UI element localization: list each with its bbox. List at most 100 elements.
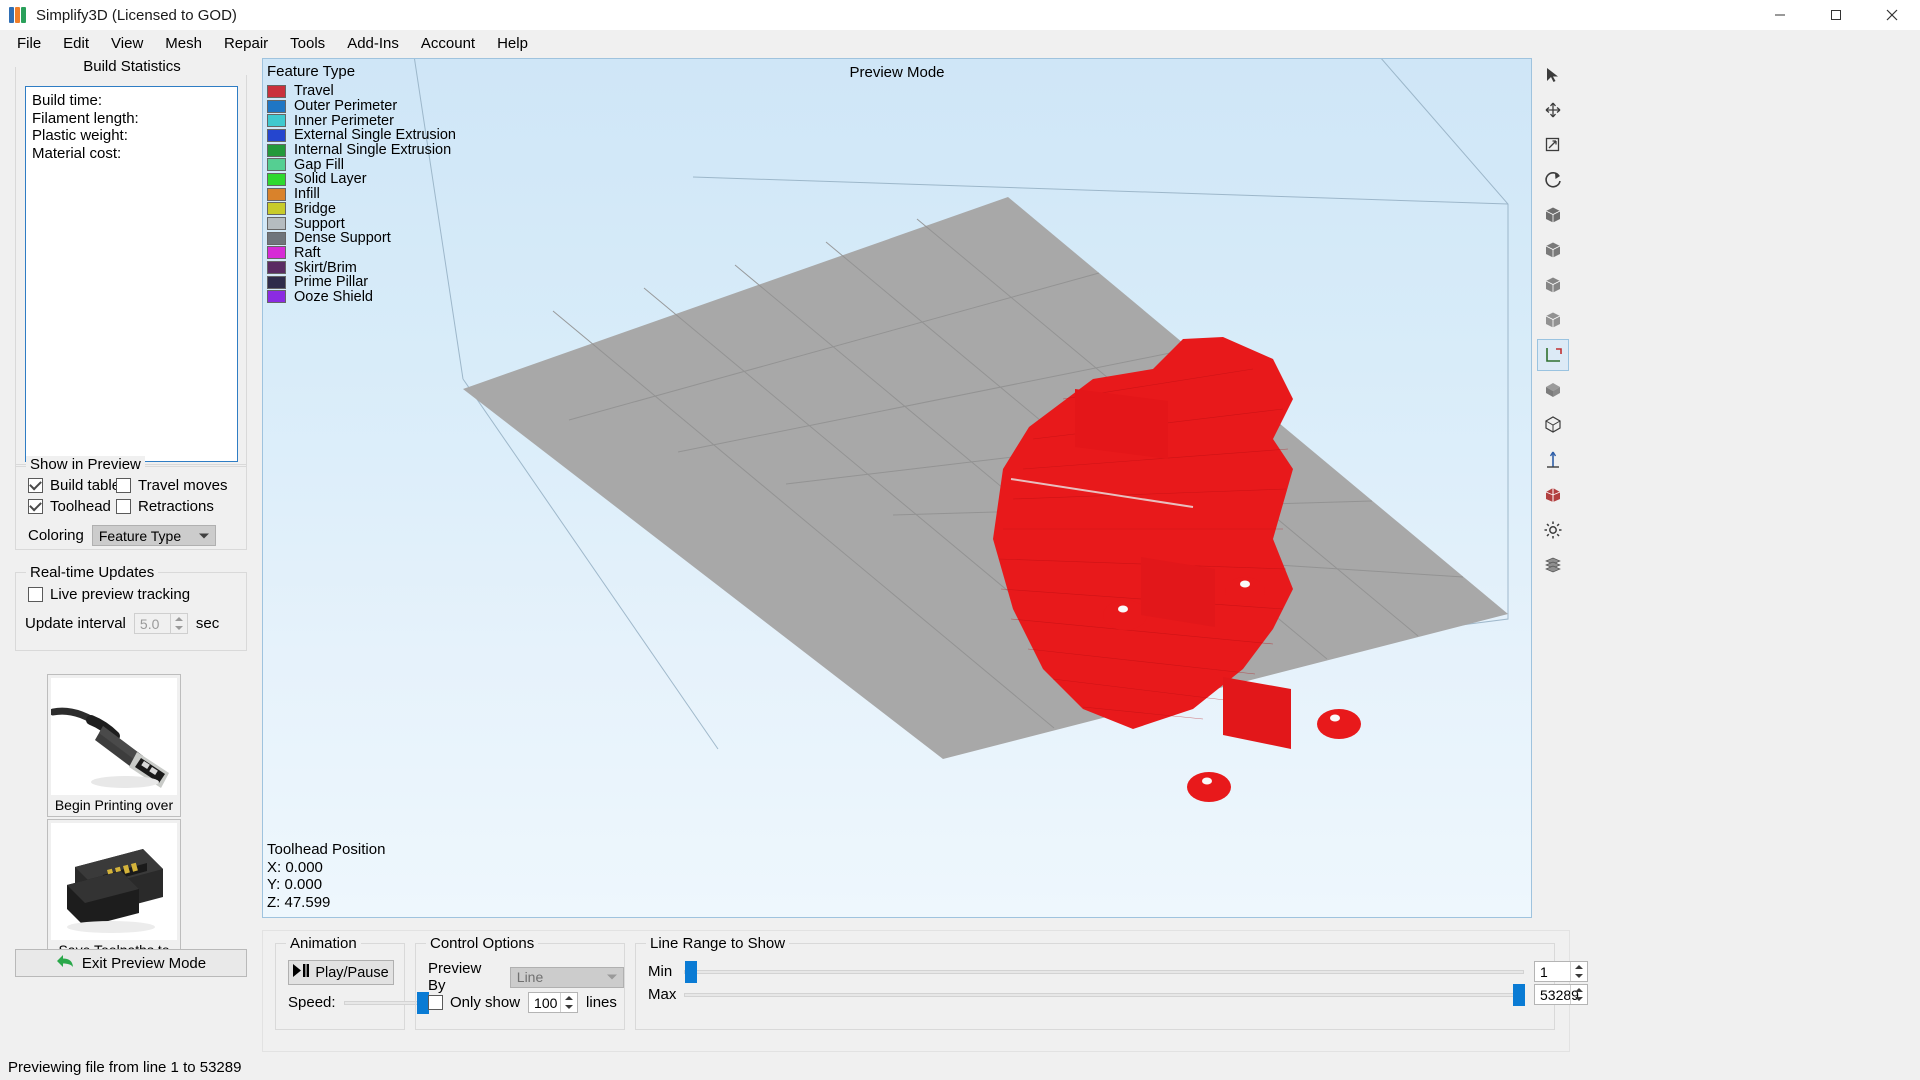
menu-account[interactable]: Account	[410, 32, 486, 55]
menu-add-ins[interactable]: Add-Ins	[336, 32, 410, 55]
cursor-select-icon[interactable]	[1537, 59, 1569, 91]
legend-swatch-skirt-brim	[267, 261, 286, 274]
maximize-button[interactable]	[1808, 0, 1864, 30]
stepper-up-icon[interactable]	[171, 614, 187, 624]
menu-bar: File Edit View Mesh Repair Tools Add-Ins…	[0, 30, 1920, 56]
build-table-checkbox-box[interactable]	[28, 478, 43, 493]
only-show-stepper[interactable]	[560, 993, 577, 1012]
max-stepper[interactable]	[1570, 985, 1587, 1004]
layers-icon[interactable]	[1537, 549, 1569, 581]
preview-by-select[interactable]: Line	[510, 967, 624, 988]
view-iso-icon[interactable]	[1537, 339, 1569, 371]
legend-item-support[interactable]: Support	[267, 216, 447, 231]
legend-item-solid-layer[interactable]: Solid Layer	[267, 172, 447, 187]
legend-item-ooze-shield[interactable]: Ooze Shield	[267, 290, 447, 305]
cut-model-icon[interactable]	[1537, 479, 1569, 511]
show-in-preview-title: Show in Preview	[26, 456, 145, 473]
close-button[interactable]	[1864, 0, 1920, 30]
live-preview-checkbox-box[interactable]	[28, 587, 43, 602]
stepper-down-icon[interactable]	[1571, 972, 1587, 982]
menu-file[interactable]: File	[6, 32, 52, 55]
view-top-icon[interactable]	[1537, 374, 1569, 406]
legend-item-skirt-brim[interactable]: Skirt/Brim	[267, 260, 447, 275]
min-stepper[interactable]	[1570, 962, 1587, 981]
checkbox-build-table[interactable]: Build table	[28, 477, 120, 494]
only-show-label: Only show	[450, 994, 520, 1011]
view-front-icon[interactable]	[1537, 199, 1569, 231]
legend-label-travel: Travel	[294, 83, 334, 99]
legend-swatch-bridge	[267, 202, 286, 215]
stepper-down-icon[interactable]	[171, 624, 187, 634]
legend-item-gap-fill[interactable]: Gap Fill	[267, 157, 447, 172]
coloring-select[interactable]: Feature Type	[92, 525, 216, 546]
preview-by-label: Preview By	[428, 960, 502, 994]
filament-length-line: Filament length:	[32, 110, 231, 128]
legend-item-dense-support[interactable]: Dense Support	[267, 231, 447, 246]
checkbox-toolhead[interactable]: Toolhead	[28, 498, 111, 515]
move-icon[interactable]	[1537, 94, 1569, 126]
legend-item-bridge[interactable]: Bridge	[267, 202, 447, 217]
legend-item-internal-single-extrusion[interactable]: Internal Single Extrusion	[267, 143, 447, 158]
menu-edit[interactable]: Edit	[52, 32, 100, 55]
only-show-checkbox-box[interactable]	[428, 995, 443, 1010]
min-slider-thumb[interactable]	[685, 961, 697, 983]
view-left-icon[interactable]	[1537, 269, 1569, 301]
3d-preview-viewport[interactable]: Preview Mode	[262, 58, 1532, 918]
max-label: Max	[648, 986, 684, 1003]
rotate-icon[interactable]	[1537, 164, 1569, 196]
checkbox-travel-moves[interactable]: Travel moves	[116, 477, 227, 494]
retractions-checkbox-box[interactable]	[116, 499, 131, 514]
legend-item-external-single-extrusion[interactable]: External Single Extrusion	[267, 128, 447, 143]
exit-preview-mode-button[interactable]: Exit Preview Mode	[15, 949, 247, 977]
window-controls	[1752, 0, 1920, 30]
legend-label-raft: Raft	[294, 245, 321, 261]
legend-label-ooze-shield: Ooze Shield	[294, 289, 373, 305]
3d-scene	[263, 59, 1531, 917]
menu-repair[interactable]: Repair	[213, 32, 279, 55]
view-back-icon[interactable]	[1537, 234, 1569, 266]
checkbox-live-preview-tracking[interactable]: Live preview tracking	[28, 586, 190, 603]
right-toolbar	[1536, 58, 1570, 918]
legend-item-outer-perimeter[interactable]: Outer Perimeter	[267, 99, 447, 114]
stepper-down-icon[interactable]	[561, 1003, 577, 1013]
begin-printing-over-usb-button[interactable]: Begin Printing over USB	[47, 674, 181, 817]
toolhead-checkbox-box[interactable]	[28, 499, 43, 514]
min-value-spinner[interactable]: 1	[1534, 961, 1588, 982]
legend-item-infill[interactable]: Infill	[267, 187, 447, 202]
back-arrow-icon	[56, 954, 74, 972]
menu-view[interactable]: View	[100, 32, 154, 55]
legend-item-raft[interactable]: Raft	[267, 246, 447, 261]
scale-icon[interactable]	[1537, 129, 1569, 161]
minimize-button[interactable]	[1752, 0, 1808, 30]
legend-item-inner-perimeter[interactable]: Inner Perimeter	[267, 113, 447, 128]
coloring-label: Coloring	[28, 527, 84, 544]
max-value-spinner[interactable]: 53289	[1534, 984, 1588, 1005]
stepper-down-icon[interactable]	[1571, 995, 1587, 1005]
update-interval-spinner[interactable]: 5.0	[134, 613, 188, 634]
only-show-spinner[interactable]: 100	[528, 992, 578, 1013]
stepper-up-icon[interactable]	[1571, 962, 1587, 972]
save-toolpaths-to-disk-button[interactable]: Save Toolpaths to Disk	[47, 819, 181, 962]
stepper-up-icon[interactable]	[561, 993, 577, 1003]
menu-mesh[interactable]: Mesh	[154, 32, 213, 55]
min-slider[interactable]	[684, 970, 1524, 974]
checkbox-retractions[interactable]: Retractions	[116, 498, 214, 515]
legend-item-travel[interactable]: Travel	[267, 84, 447, 99]
origin-axis-icon[interactable]	[1537, 444, 1569, 476]
title-bar: Simplify3D (Licensed to GOD)	[0, 0, 1920, 30]
stepper-up-icon[interactable]	[1571, 985, 1587, 995]
legend-label-skirt-brim: Skirt/Brim	[294, 260, 357, 276]
settings-gear-icon[interactable]	[1537, 514, 1569, 546]
menu-tools[interactable]: Tools	[279, 32, 336, 55]
legend-item-prime-pillar[interactable]: Prime Pillar	[267, 275, 447, 290]
travel-moves-checkbox-box[interactable]	[116, 478, 131, 493]
feature-type-legend: Feature Type Travel Outer Perimeter Inne…	[267, 63, 447, 304]
update-interval-stepper[interactable]	[170, 614, 187, 633]
view-right-icon[interactable]	[1537, 304, 1569, 336]
max-slider-thumb[interactable]	[1513, 984, 1525, 1006]
play-pause-button[interactable]: Play/Pause	[288, 960, 394, 985]
max-slider[interactable]	[684, 993, 1524, 997]
cross-section-icon[interactable]	[1537, 409, 1569, 441]
menu-help[interactable]: Help	[486, 32, 539, 55]
legend-swatch-gap-fill	[267, 158, 286, 171]
